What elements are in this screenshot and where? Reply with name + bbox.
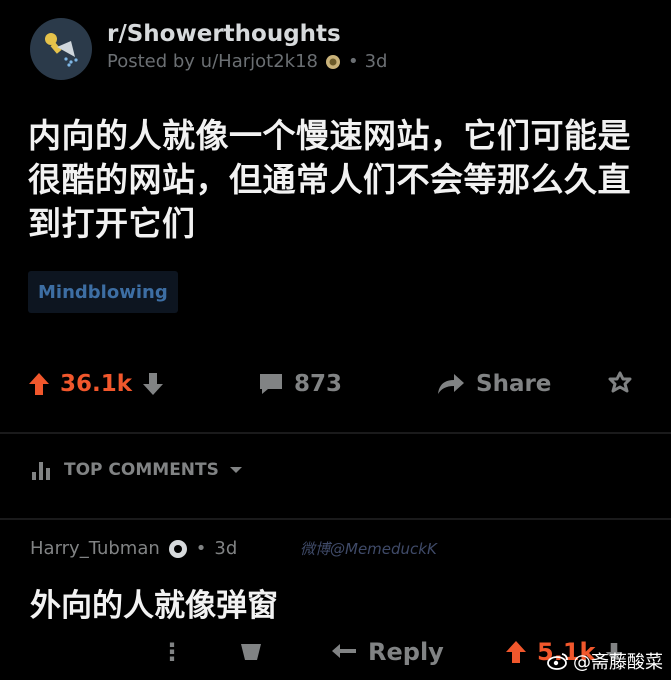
sort-selector[interactable]: TOP COMMENTS [30,458,243,482]
chevron-down-icon [229,467,242,473]
subreddit-name[interactable]: r/Showerthoughts [107,21,388,47]
share-icon [438,374,464,394]
post-title: 内向的人就像一个慢速网站，它们可能是很酷的网站，但通常人们不会等那么久直到打开它… [28,116,631,243]
post-actions: 36.1k 873 Share [28,362,648,406]
comment-separator: • [195,538,207,559]
reply-icon [332,644,356,658]
posted-by[interactable]: Posted by u/Harjot2k18 [107,51,318,72]
reply-label: Reply [368,638,444,666]
more-options-icon: ⋮ [160,638,184,666]
weibo-icon [547,653,568,670]
watermark-text: @斋藤酸菜 [573,652,663,673]
comment-body: 外向的人就像弹窗 [30,588,278,624]
post-meta: Posted by u/Harjot2k18 • 3d [107,51,388,72]
reply-button[interactable]: Reply [330,632,444,672]
overlay-watermark: 微博@MemeduckK [300,540,437,558]
user-badge-icon [168,539,187,558]
more-options-button[interactable]: ⋮ [160,632,184,672]
showerhead-icon [45,33,78,67]
divider [0,518,671,520]
meta-separator: • [347,51,359,72]
downvote-icon[interactable] [142,372,164,396]
post-age: 3d [364,51,388,72]
weibo-watermark: @斋藤酸菜 [547,648,663,674]
comments-button[interactable]: 873 [258,362,342,406]
comment-count: 873 [294,371,343,397]
vote-group: 36.1k [28,362,164,406]
upvote-count: 36.1k [60,371,133,397]
comment-author[interactable]: Harry_Tubman [30,538,160,559]
comment-icon [260,374,282,394]
sort-icon [32,462,50,480]
comment-upvote-icon[interactable] [505,640,527,664]
post-flair[interactable]: Mindblowing [28,271,178,313]
award-icon [325,54,340,69]
post-header: r/Showerthoughts Posted by u/Harjot2k18 … [30,18,388,80]
divider [0,432,671,434]
award-outline-icon [608,371,632,393]
share-label: Share [476,371,552,397]
upvote-icon[interactable] [28,372,50,396]
award-box-icon [241,644,261,660]
comment-age: 3d [214,538,238,559]
give-award-button[interactable] [238,632,264,672]
subreddit-avatar[interactable] [30,18,92,80]
comment-meta: Harry_Tubman • 3d [30,538,237,559]
award-button[interactable] [606,362,634,406]
share-button[interactable]: Share [436,362,551,406]
sort-label: TOP COMMENTS [64,460,219,480]
